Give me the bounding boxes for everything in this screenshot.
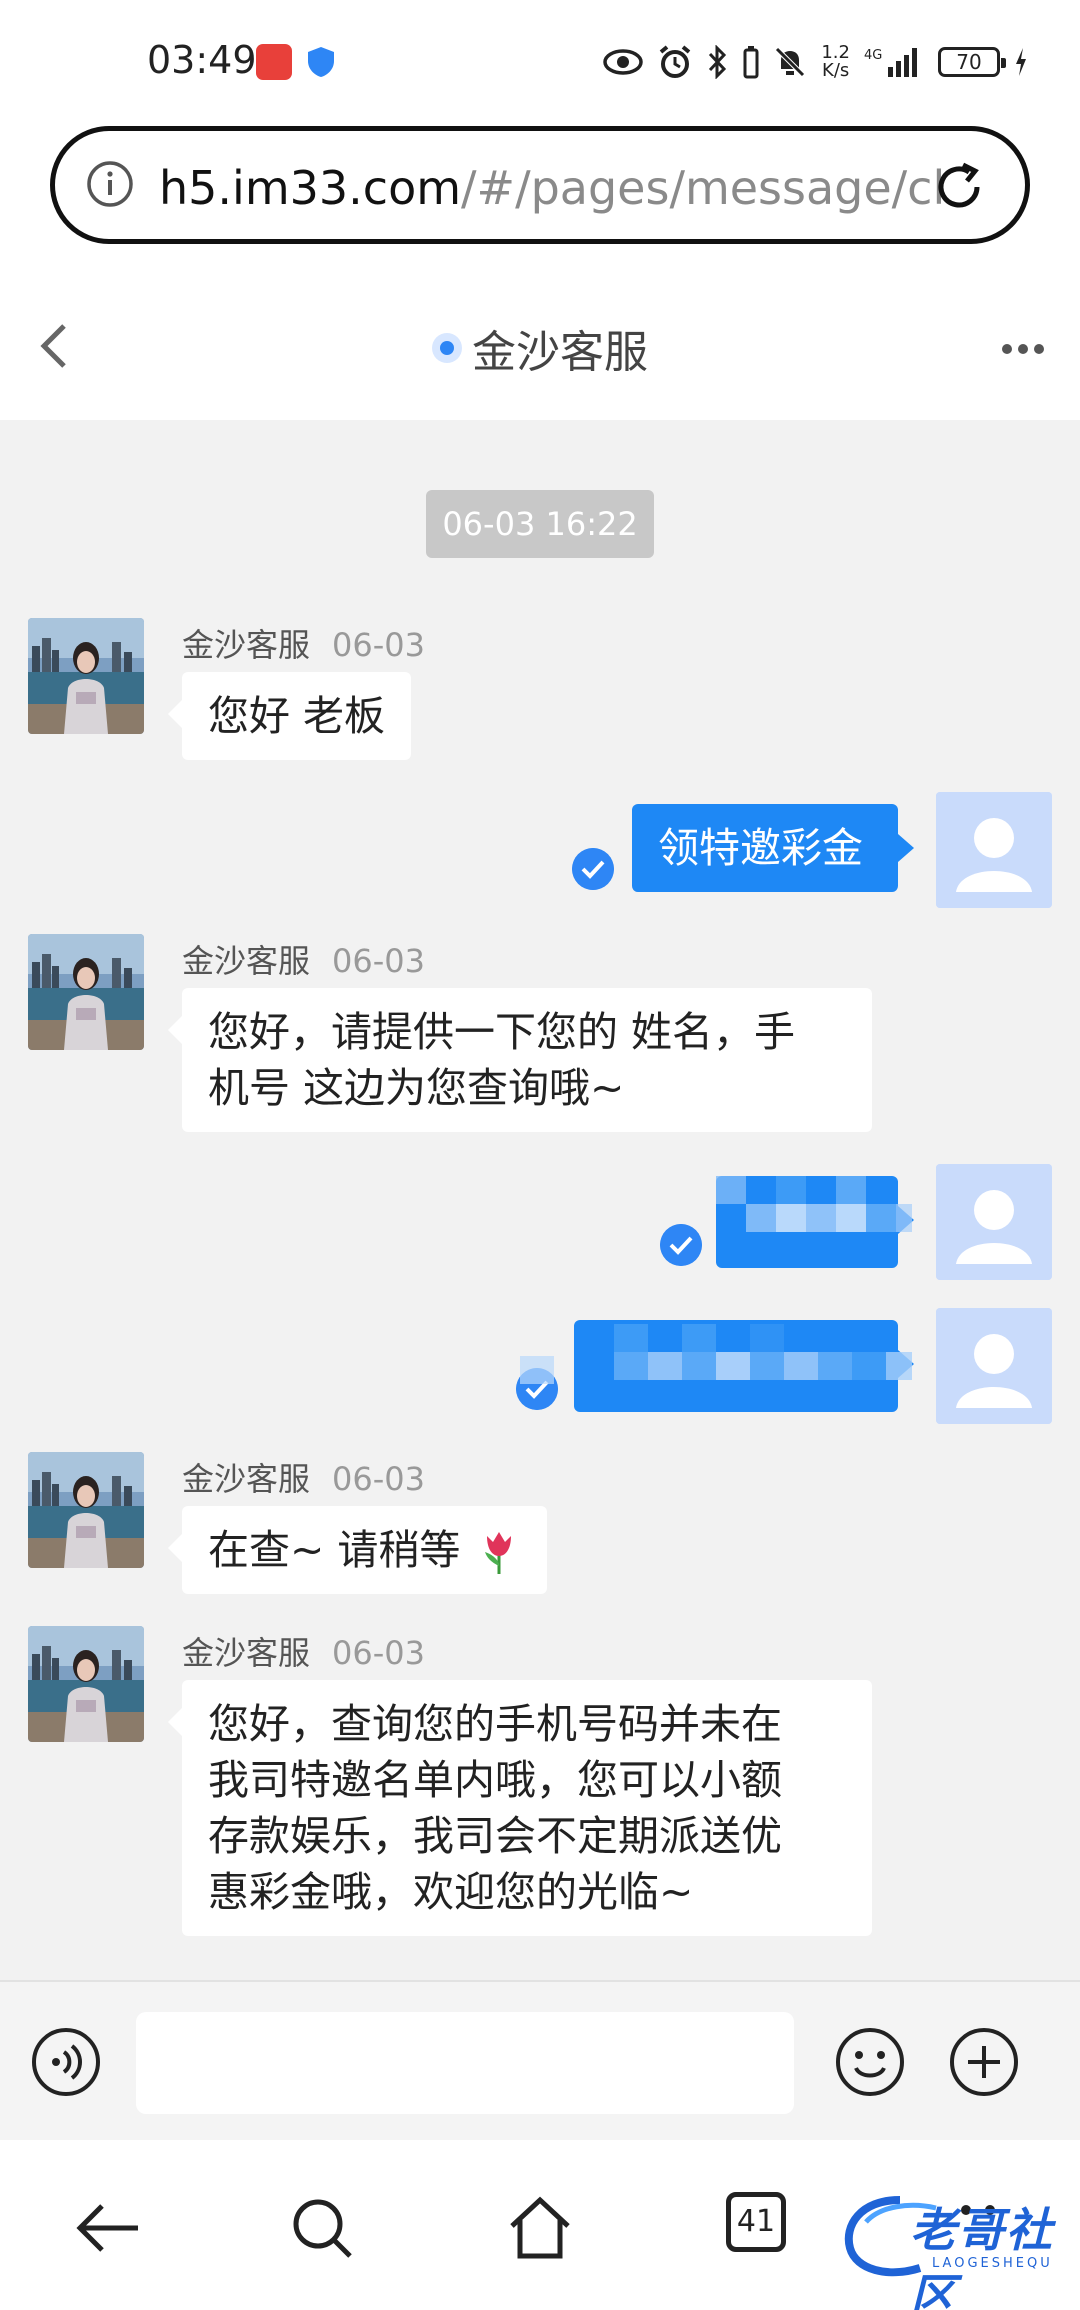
search-icon[interactable] <box>286 2192 358 2264</box>
message-bubble[interactable]: 您好，查询您的手机号码并未在 我司特邀名单内哦，您可以小额 存款娱乐，我司会不定… <box>168 1680 872 1936</box>
status-time: 03:49 <box>147 38 257 82</box>
agent-avatar[interactable] <box>28 618 144 734</box>
watermark-logo: 老哥社区 LAOGESHEQU <box>840 2180 1080 2310</box>
shield-icon <box>308 47 334 77</box>
battery-indicator: 70 <box>938 47 1006 77</box>
pixelation-mask <box>716 1176 912 1232</box>
voice-icon[interactable] <box>30 2026 102 2098</box>
nav-back-icon[interactable] <box>72 2192 144 2264</box>
svg-text:4G: 4G <box>864 48 882 63</box>
huawei-appgallery-icon <box>256 44 292 80</box>
charging-icon <box>1016 48 1026 76</box>
online-dot-icon <box>432 333 462 363</box>
tabs-button[interactable]: 41 <box>726 2192 786 2252</box>
message-bubble[interactable]: 您好，请提供一下您的 姓名，手 机号 这边为您查询哦~ <box>168 988 872 1132</box>
agent-avatar[interactable] <box>28 1452 144 1568</box>
bluetooth-icon <box>709 45 727 79</box>
message-meta: 金沙客服 06-03 <box>182 942 425 980</box>
message-input-bar <box>0 1980 1080 2140</box>
timestamp-pill: 06-03 16:22 <box>426 490 654 558</box>
network-speed: 1.2 K/s <box>821 42 850 81</box>
message-bubble[interactable]: 在查~ 请稍等 <box>167 1506 548 1594</box>
message-meta: 金沙客服 06-03 <box>182 1460 425 1498</box>
eye-icon <box>603 49 644 75</box>
message-bubble[interactable]: 您好 老板 <box>167 672 412 760</box>
alarm-icon <box>660 45 691 78</box>
reload-icon[interactable] <box>929 157 989 217</box>
plus-icon[interactable] <box>948 2026 1020 2098</box>
tulip-emoji-icon <box>485 1532 512 1574</box>
info-icon[interactable] <box>85 159 135 209</box>
message-bubble[interactable]: 领特邀彩金 <box>632 804 914 892</box>
signal-icon: 4G <box>864 48 917 77</box>
user-avatar[interactable] <box>936 1308 1052 1424</box>
agent-avatar[interactable] <box>28 1626 144 1742</box>
user-avatar[interactable] <box>936 1164 1052 1280</box>
message-meta: 金沙客服 06-03 <box>182 1634 425 1672</box>
url-text[interactable]: h5.im33.com/#/pages/message/cl <box>159 161 941 215</box>
pixelation-mask <box>520 1324 912 1384</box>
read-check-icon <box>572 848 614 890</box>
browser-bottom-nav: 41 老哥社区 LAOGESHEQU <box>0 2140 1080 2310</box>
message-input[interactable] <box>136 2012 794 2114</box>
chat-header: 金沙客服 <box>0 272 1080 420</box>
read-check-icon <box>660 1224 702 1266</box>
chat-title: 金沙客服 <box>0 316 1080 380</box>
user-avatar[interactable] <box>936 792 1052 908</box>
home-icon[interactable] <box>504 2192 576 2264</box>
agent-avatar[interactable] <box>28 934 144 1050</box>
address-bar[interactable]: h5.im33.com/#/pages/message/cl <box>50 126 1030 244</box>
status-icons: 1.2 K/s 4G 70 <box>603 40 1028 84</box>
emoji-icon[interactable] <box>834 2026 906 2098</box>
battery-saver-icon <box>743 46 759 79</box>
status-bar: 03:49 1.2 K/s 4G 70 <box>0 0 1080 122</box>
chat-messages[interactable]: 06-03 16:22 金沙客服 06-03 您好 老板 领特邀彩金 金沙客服 06… <box>0 420 1080 1980</box>
more-icon[interactable] <box>1000 342 1046 356</box>
message-meta: 金沙客服 06-03 <box>182 626 425 664</box>
mute-bell-icon <box>775 47 806 77</box>
